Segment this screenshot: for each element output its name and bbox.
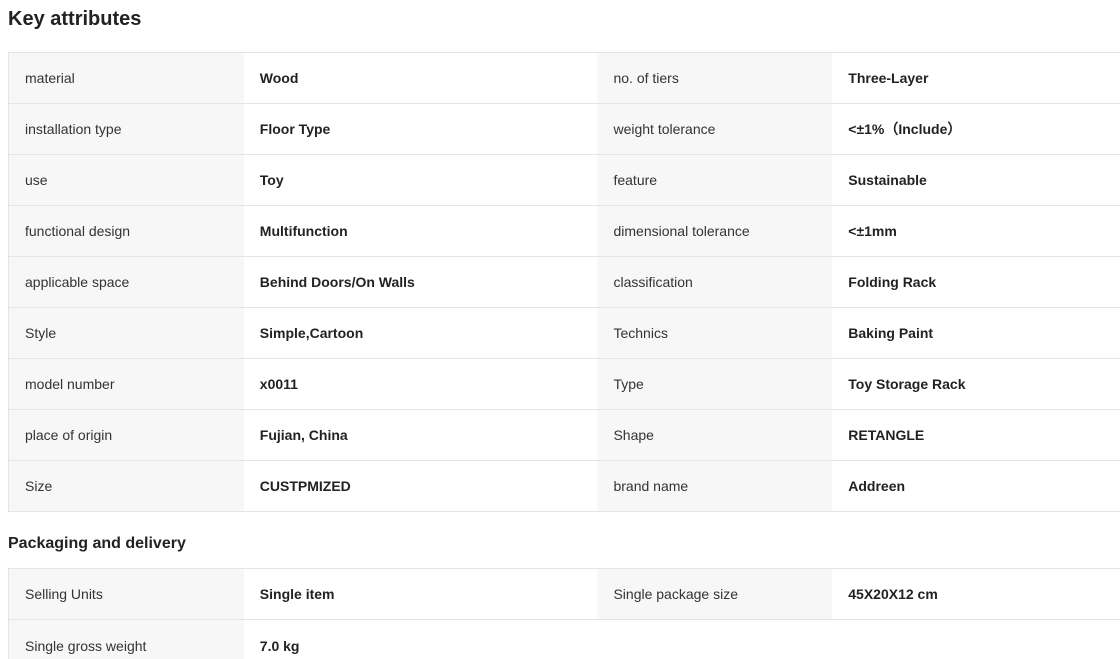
attribute-label: classification [597,257,833,307]
attribute-row: functional design Multifunction dimensio… [9,206,1120,257]
attribute-label: Style [9,308,244,358]
attribute-label: functional design [9,206,244,256]
attribute-value: Fujian, China [243,410,598,460]
attribute-label: no. of tiers [597,53,833,103]
attribute-label: dimensional tolerance [597,206,833,256]
attribute-label: brand name [597,461,833,511]
attribute-value: <±1mm [832,206,1120,256]
packaging-value: Single item [243,569,598,619]
attribute-row: model number x0011 Type Toy Storage Rack [9,359,1120,410]
packaging-label: Selling Units [9,569,244,619]
attribute-row: material Wood no. of tiers Three-Layer [9,53,1120,104]
attribute-value: Toy Storage Rack [832,359,1120,409]
attribute-label: place of origin [9,410,244,460]
attribute-value: Sustainable [832,155,1120,205]
attribute-row: place of origin Fujian, China Shape RETA… [9,410,1120,461]
attribute-value: RETANGLE [832,410,1120,460]
attribute-label: Type [597,359,833,409]
attribute-value: <±1%（Include） [832,104,1120,154]
attribute-value: CUSTPMIZED [243,461,598,511]
attribute-label: model number [9,359,244,409]
packaging-value: 45X20X12 cm [832,569,1120,619]
attribute-row: applicable space Behind Doors/On Walls c… [9,257,1120,308]
packaging-row: Single gross weight 7.0 kg [9,620,1120,659]
packaging-table: Selling Units Single item Single package… [8,568,1120,659]
packaging-title: Packaging and delivery [8,535,186,552]
attribute-value: Addreen [832,461,1120,511]
attribute-value: Multifunction [243,206,598,256]
attribute-value: Wood [243,53,598,103]
packaging-empty-cell [832,620,1120,659]
key-attributes-title: Key attributes [8,8,142,30]
attribute-row: Size CUSTPMIZED brand name Addreen [9,461,1120,512]
attribute-value: Simple,Cartoon [243,308,598,358]
attribute-value: Floor Type [243,104,598,154]
attribute-label: installation type [9,104,244,154]
attribute-value: Three-Layer [832,53,1120,103]
attribute-label: material [9,53,244,103]
key-attributes-table: material Wood no. of tiers Three-Layer i… [8,52,1120,512]
attribute-value: Folding Rack [832,257,1120,307]
attribute-label: Size [9,461,244,511]
attribute-row: installation type Floor Type weight tole… [9,104,1120,155]
attribute-row: Style Simple,Cartoon Technics Baking Pai… [9,308,1120,359]
attribute-value: Baking Paint [832,308,1120,358]
attribute-value: Behind Doors/On Walls [243,257,598,307]
packaging-label: Single package size [597,569,833,619]
packaging-row: Selling Units Single item Single package… [9,569,1120,620]
attribute-value: Toy [243,155,598,205]
attribute-label: Shape [597,410,833,460]
packaging-value: 7.0 kg [243,620,598,659]
attribute-label: Technics [597,308,833,358]
attribute-label: weight tolerance [597,104,833,154]
attribute-value: x0011 [243,359,598,409]
attribute-label: use [9,155,244,205]
packaging-label: Single gross weight [9,620,244,659]
attribute-row: use Toy feature Sustainable [9,155,1120,206]
packaging-empty-cell [597,620,833,659]
attribute-label: applicable space [9,257,244,307]
attribute-label: feature [597,155,833,205]
